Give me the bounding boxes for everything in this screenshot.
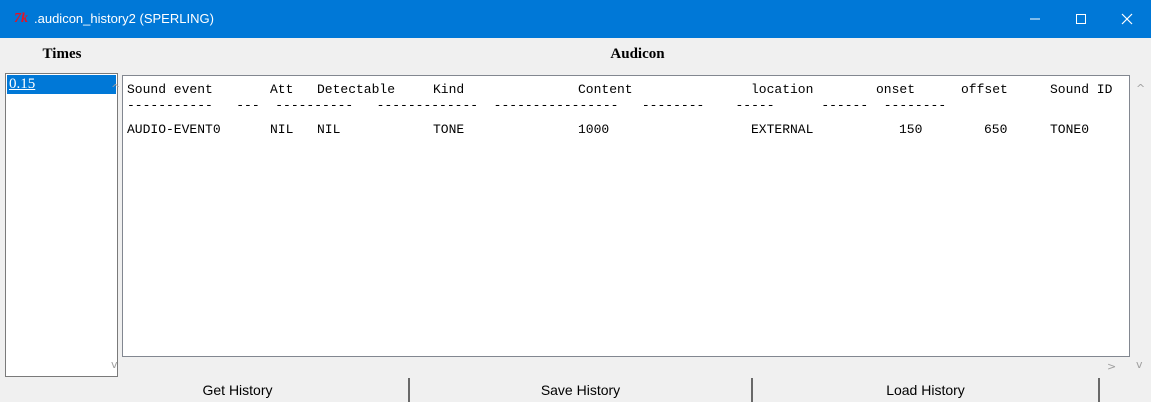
cell-content: 1000 xyxy=(578,122,610,137)
save-history-button[interactable]: Save History xyxy=(410,378,753,402)
scroll-up-arrow-icon[interactable]: ^ xyxy=(1136,83,1145,95)
cell-att: NIL xyxy=(270,122,294,137)
cell-location: EXTERNAL xyxy=(751,122,814,137)
column-header-att: Att xyxy=(270,82,294,97)
cell-sound-event: AUDIO-EVENT0 xyxy=(127,122,221,137)
times-header: Times xyxy=(42,46,82,62)
cell-kind: TONE xyxy=(433,122,465,137)
column-header-content: Content xyxy=(578,82,633,97)
minimize-icon xyxy=(1030,18,1040,20)
close-icon xyxy=(1121,13,1133,25)
column-header-onset: onset xyxy=(876,82,916,97)
cell-onset: 150 xyxy=(899,122,923,137)
audicon-text-area[interactable]: Sound event Att Detectable Kind Content … xyxy=(122,75,1130,357)
scroll-right-arrow-icon[interactable]: > xyxy=(1107,361,1116,373)
scroll-up-arrow-icon[interactable]: ^ xyxy=(111,83,120,95)
maximize-icon xyxy=(1076,14,1086,24)
header-separator: ----------- --- ---------- -------------… xyxy=(127,98,947,113)
column-header-location: location xyxy=(751,82,814,97)
get-history-button[interactable]: Get History xyxy=(67,378,410,402)
column-header-kind: Kind xyxy=(433,82,465,97)
times-vertical-scrollbar[interactable]: ^ v < xyxy=(108,77,138,373)
load-history-button[interactable]: Load History xyxy=(753,378,1100,402)
column-header-sound-event: Sound event xyxy=(127,82,213,97)
audicon-header: Audicon xyxy=(610,46,665,62)
scroll-down-arrow-icon[interactable]: v xyxy=(1136,359,1143,371)
cell-detectable: NIL xyxy=(317,122,341,137)
column-header-sound-id: Sound ID xyxy=(1050,82,1113,97)
times-list-item[interactable]: 0.15 xyxy=(7,75,116,94)
minimize-button[interactable] xyxy=(1012,0,1058,38)
title-bar[interactable]: 7k .audicon_history2 (SPERLING) xyxy=(0,0,1151,38)
close-button[interactable] xyxy=(1104,0,1150,38)
audicon-vertical-scrollbar[interactable]: ^ v xyxy=(1132,77,1150,373)
cell-offset: 650 xyxy=(984,122,1008,137)
cell-sound-id: TONE0 xyxy=(1050,122,1090,137)
column-header-offset: offset xyxy=(961,82,1008,97)
tk-logo-icon: 7k xyxy=(14,11,28,26)
window-title: .audicon_history2 (SPERLING) xyxy=(34,11,214,26)
times-listbox[interactable]: 0.15 xyxy=(5,73,118,377)
scroll-down-arrow-icon[interactable]: v xyxy=(111,359,118,371)
maximize-button[interactable] xyxy=(1058,0,1104,38)
column-header-detectable: Detectable xyxy=(317,82,396,97)
audicon-horizontal-scrollbar[interactable]: > xyxy=(122,357,1130,375)
